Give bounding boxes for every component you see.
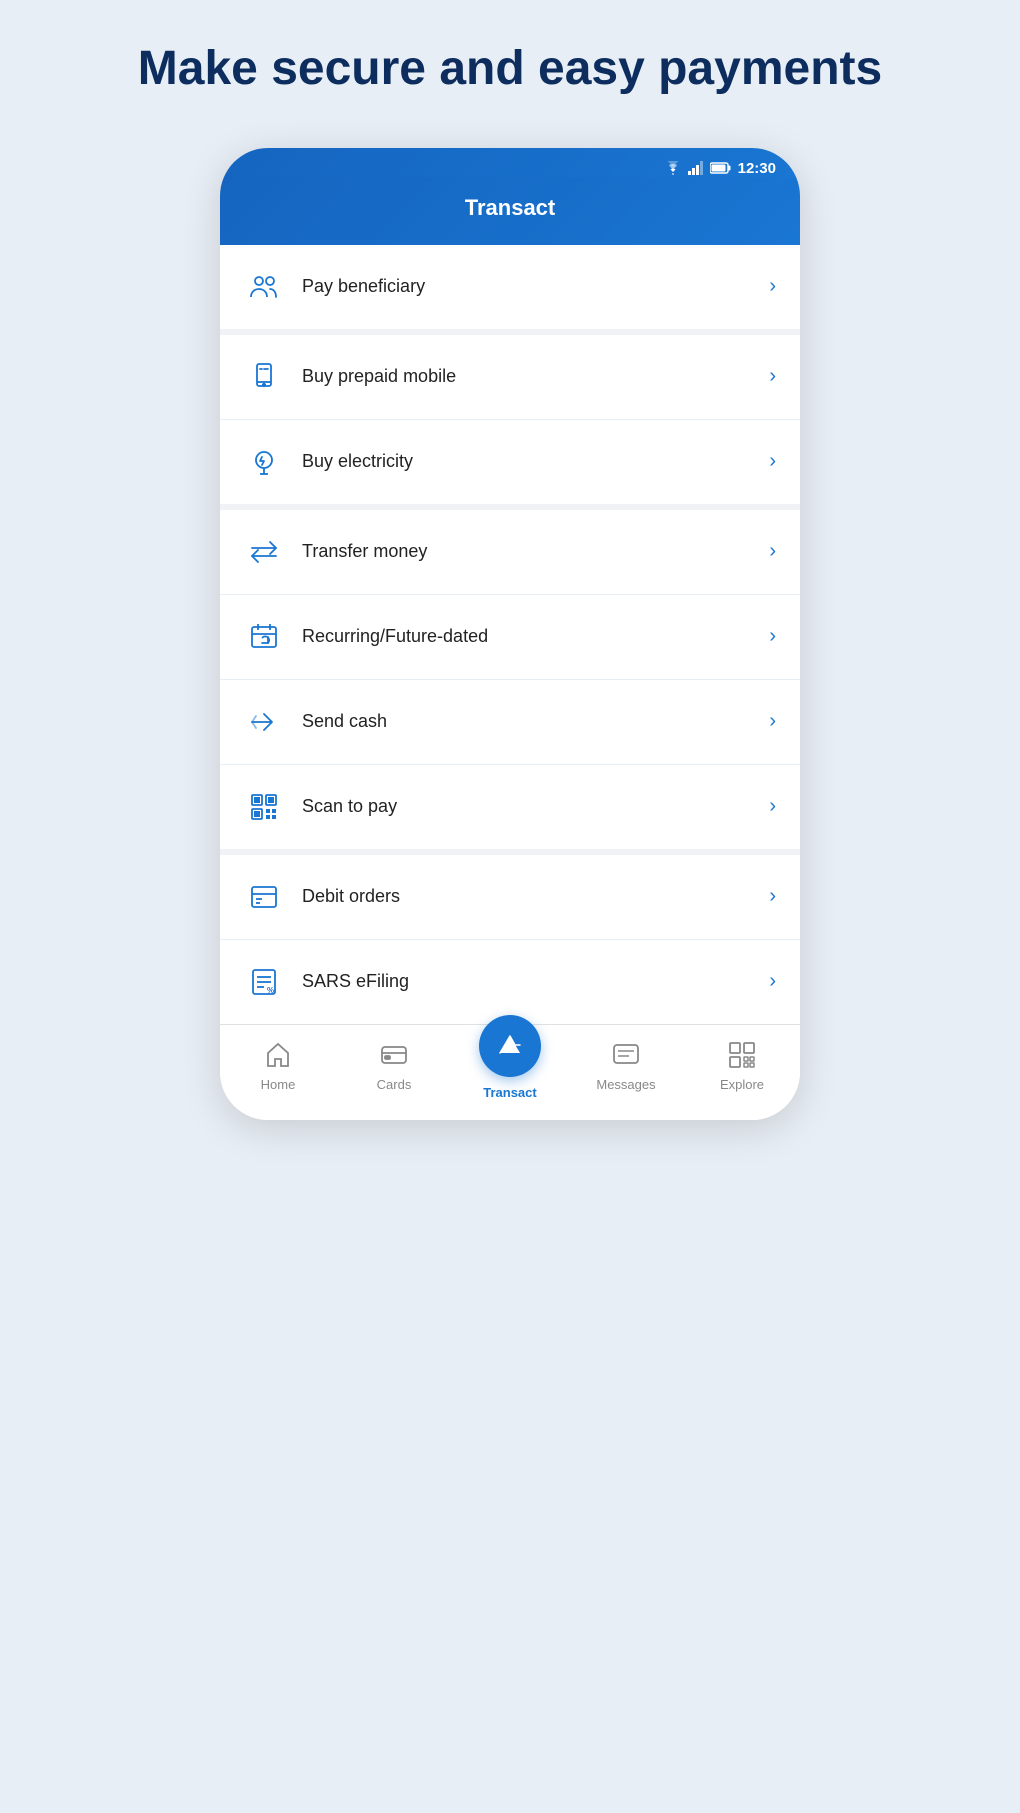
sars-efiling-chevron: › [769, 970, 776, 993]
recurring-icon [244, 617, 284, 657]
menu-item-sars-efiling[interactable]: % SARS eFiling › [220, 940, 800, 1024]
messages-icon [608, 1037, 644, 1073]
transact-nav-label: Transact [483, 1085, 536, 1100]
pay-beneficiary-chevron: › [769, 275, 776, 298]
header-title: Transact [244, 195, 776, 221]
qr-icon [244, 787, 284, 827]
menu-item-recurring[interactable]: Recurring/Future-dated › [220, 595, 800, 680]
send-cash-chevron: › [769, 710, 776, 733]
menu-list: Pay beneficiary › Buy prepaid mobile › [220, 245, 800, 1024]
scan-to-pay-chevron: › [769, 795, 776, 818]
explore-nav-label: Explore [720, 1077, 764, 1092]
buy-electricity-label: Buy electricity [302, 451, 769, 472]
bottom-navigation: Home Cards Transact [220, 1024, 800, 1120]
transfer-money-label: Transfer money [302, 541, 769, 562]
electricity-icon [244, 442, 284, 482]
app-header: Transact [220, 177, 800, 245]
mobile-icon [244, 357, 284, 397]
buy-prepaid-mobile-label: Buy prepaid mobile [302, 366, 769, 387]
explore-icon [724, 1037, 760, 1073]
send-cash-icon [244, 702, 284, 742]
menu-item-debit-orders[interactable]: Debit orders › [220, 855, 800, 940]
transfer-money-chevron: › [769, 540, 776, 563]
phone-frame: 12:30 Transact Pay beneficiary › [220, 148, 800, 1120]
status-time: 12:30 [738, 160, 776, 177]
recurring-label: Recurring/Future-dated [302, 626, 769, 647]
debit-orders-label: Debit orders [302, 886, 769, 907]
menu-section-3: Transfer money › Recurring/Future-dated … [220, 510, 800, 855]
buy-prepaid-mobile-chevron: › [769, 365, 776, 388]
menu-section-4: Debit orders › % SARS eFiling › [220, 855, 800, 1024]
menu-item-buy-electricity[interactable]: Buy electricity › [220, 420, 800, 504]
menu-item-pay-beneficiary[interactable]: Pay beneficiary › [220, 245, 800, 329]
menu-item-send-cash[interactable]: Send cash › [220, 680, 800, 765]
home-nav-label: Home [261, 1077, 296, 1092]
send-cash-label: Send cash [302, 711, 769, 732]
nav-item-messages[interactable]: Messages [586, 1037, 666, 1100]
nav-item-explore[interactable]: Explore [702, 1037, 782, 1100]
menu-item-scan-to-pay[interactable]: Scan to pay › [220, 765, 800, 849]
menu-section-2: Buy prepaid mobile › Buy electricity › [220, 335, 800, 510]
recurring-chevron: › [769, 625, 776, 648]
status-icons: 12:30 [664, 160, 776, 177]
scan-to-pay-label: Scan to pay [302, 796, 769, 817]
page-headline: Make secure and easy payments [58, 40, 962, 98]
signal-icon [688, 161, 704, 175]
pay-beneficiary-label: Pay beneficiary [302, 276, 769, 297]
transfer-icon [244, 532, 284, 572]
menu-section-1: Pay beneficiary › [220, 245, 800, 335]
sars-efiling-label: SARS eFiling [302, 971, 769, 992]
nav-item-home[interactable]: Home [238, 1037, 318, 1100]
beneficiary-icon [244, 267, 284, 307]
menu-item-transfer-money[interactable]: Transfer money › [220, 510, 800, 595]
nav-item-transact[interactable]: Transact [470, 1015, 550, 1100]
cards-icon [376, 1037, 412, 1073]
debit-icon [244, 877, 284, 917]
status-bar: 12:30 [220, 148, 800, 177]
menu-item-buy-prepaid-mobile[interactable]: Buy prepaid mobile › [220, 335, 800, 420]
sars-icon: % [244, 962, 284, 1002]
messages-nav-label: Messages [596, 1077, 655, 1092]
transact-circle [479, 1015, 541, 1077]
nav-item-cards[interactable]: Cards [354, 1037, 434, 1100]
debit-orders-chevron: › [769, 885, 776, 908]
cards-nav-label: Cards [377, 1077, 412, 1092]
home-icon [260, 1037, 296, 1073]
svg-text:%: % [267, 986, 274, 995]
wifi-icon [664, 161, 682, 175]
battery-icon [710, 162, 732, 174]
buy-electricity-chevron: › [769, 450, 776, 473]
